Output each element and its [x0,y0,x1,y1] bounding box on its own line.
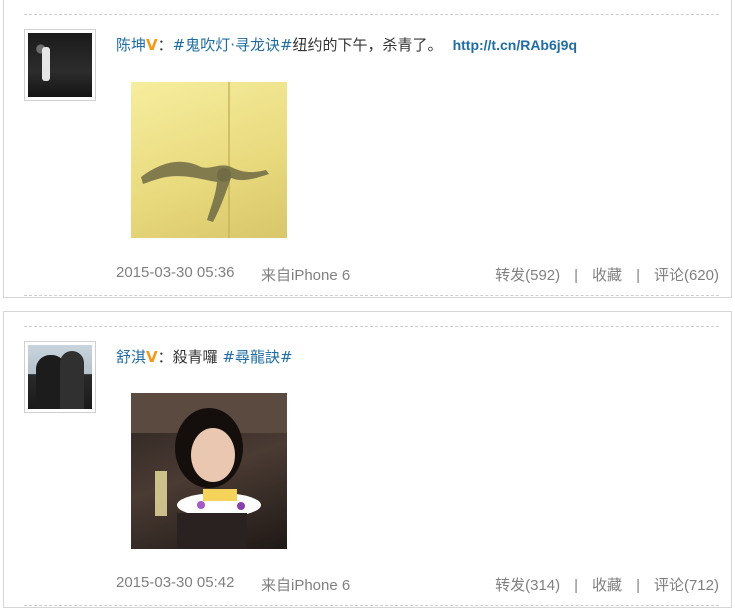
separator: | [574,577,579,594]
avatar-image [28,33,92,97]
hashtag-link[interactable]: #尋龍訣# [222,348,292,366]
separator: | [636,267,640,284]
post-body: 纽约的下午，杀青了。 [292,36,443,54]
repost-button[interactable]: 转发(592) [495,267,560,284]
repost-button[interactable]: 转发(314) [495,577,560,594]
avatar[interactable] [24,29,96,101]
source-label: 来自iPhone 6 [261,577,351,594]
divider [24,295,719,296]
post-photo[interactable] [131,393,287,549]
avatar[interactable] [24,341,96,413]
short-url-link[interactable]: http://t.cn/RAb6j9q [453,37,577,53]
avatar-image [28,345,92,409]
verified-icon: V [146,348,158,366]
verified-icon: V [146,36,158,54]
selfie-image [131,393,287,549]
author-name[interactable]: 陈坤 [116,36,146,54]
timestamp-link[interactable]: 2015-03-30 05:36 [116,264,234,281]
weibo-post-card: 陈坤V：#鬼吹灯·寻龙诀#纽约的下午，杀青了。 http://t.cn/RAb6j… [3,0,732,298]
post-text: 陈坤V：#鬼吹灯·寻龙诀#纽约的下午，杀青了。 http://t.cn/RAb6j… [116,34,716,55]
post-footer: 2015-03-30 05:36 来自iPhone 6 转发(592) | 收藏 | 评… [116,264,719,284]
post-text: 舒淇V：殺青囉 #尋龍訣# [116,346,716,367]
divider [24,605,719,606]
source-label: 来自iPhone 6 [261,267,351,284]
weibo-post-card: 舒淇V：殺青囉 #尋龍訣# 2015-03-30 05:42 来自iPhone … [3,311,732,608]
colon: ： [157,36,173,54]
favorite-button[interactable]: 收藏 [592,577,622,594]
post-footer: 2015-03-30 05:42 来自iPhone 6 转发(314) | 收藏 | 评… [116,574,719,594]
author-name[interactable]: 舒淇 [116,348,146,366]
separator: | [636,577,640,594]
post-body: 殺青囉 [172,348,223,366]
colon: ： [157,348,173,366]
post-photo[interactable] [131,82,287,238]
separator: | [574,267,579,284]
hashtag-link[interactable]: #鬼吹灯·寻龙诀# [173,36,293,54]
comment-button[interactable]: 评论(620) [654,267,719,284]
favorite-button[interactable]: 收藏 [592,267,622,284]
divider [24,14,719,15]
comment-button[interactable]: 评论(712) [654,577,719,594]
divider [24,326,719,327]
silhouette-image [141,82,269,238]
timestamp-link[interactable]: 2015-03-30 05:42 [116,574,234,591]
